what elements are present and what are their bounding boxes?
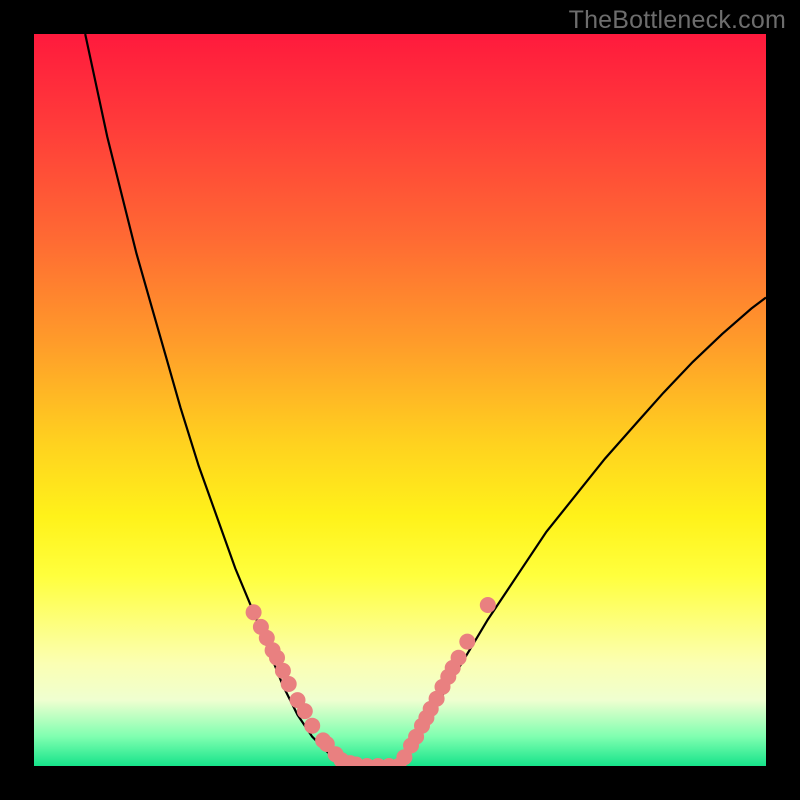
data-point bbox=[480, 597, 496, 613]
data-point bbox=[297, 703, 313, 719]
marker-group bbox=[246, 597, 496, 766]
data-point bbox=[304, 718, 320, 734]
data-point bbox=[459, 634, 475, 650]
data-point bbox=[246, 604, 262, 620]
bottleneck-curve bbox=[85, 34, 766, 766]
plot-area bbox=[34, 34, 766, 766]
curve-group bbox=[85, 34, 766, 766]
watermark-text: TheBottleneck.com bbox=[569, 6, 786, 35]
data-point bbox=[451, 650, 467, 666]
chart-svg bbox=[34, 34, 766, 766]
outer-frame: TheBottleneck.com bbox=[0, 0, 800, 800]
data-point bbox=[281, 676, 297, 692]
